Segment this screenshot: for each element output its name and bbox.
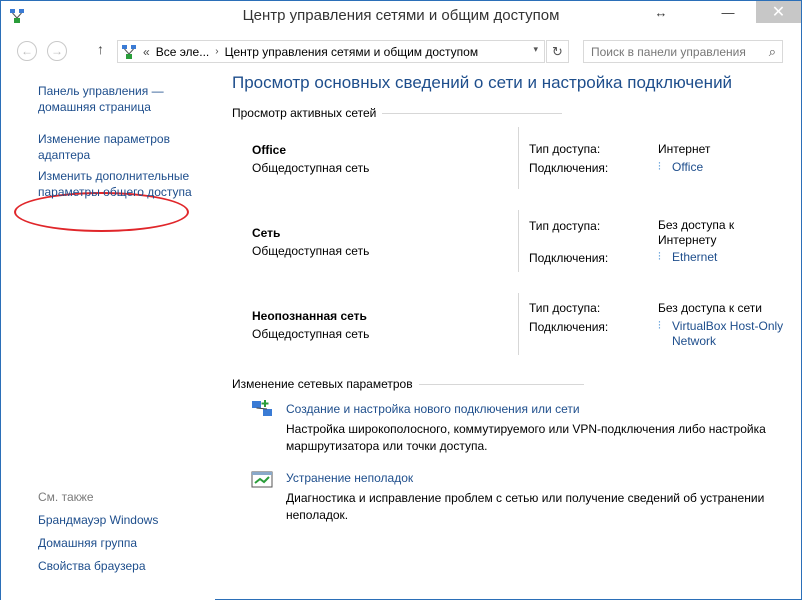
task-link-new-connection[interactable]: Создание и настройка нового подключения … bbox=[286, 402, 580, 416]
connection-link[interactable]: ⫶ Ethernet bbox=[658, 250, 717, 265]
title-bar: Центр управления сетями и общим доступом… bbox=[1, 1, 801, 33]
sidebar-link-line: Изменить дополнительные bbox=[38, 169, 190, 183]
back-button[interactable]: ← bbox=[17, 41, 37, 61]
task-description-line: неполадок. bbox=[286, 508, 349, 522]
task-description: Настройка широкополосного, коммутируемог… bbox=[286, 421, 796, 455]
main-content: Просмотр основных сведений о сети и наст… bbox=[215, 65, 801, 600]
task-link-troubleshoot[interactable]: Устранение неполадок bbox=[286, 471, 413, 485]
sidebar-link-line: параметры общего доступа bbox=[38, 185, 192, 199]
network-adapter-icon: ⫶ bbox=[658, 251, 661, 263]
see-also-label: См. также bbox=[38, 490, 94, 504]
breadcrumb-overflow-icon[interactable]: « bbox=[143, 45, 150, 59]
navigation-bar: ← → ↑ « Все эле... › Центр управления се… bbox=[1, 35, 801, 65]
section-title: Изменение сетевых параметров bbox=[232, 377, 413, 391]
task-description-line: Настройка широкополосного, коммутируемог… bbox=[286, 422, 766, 436]
window: Центр управления сетями и общим доступом… bbox=[0, 0, 802, 600]
chevron-down-icon[interactable]: ▾ bbox=[533, 44, 538, 55]
sidebar-link-control-panel-home[interactable]: Панель управления — домашняя страница bbox=[38, 83, 164, 115]
see-also-browser-properties[interactable]: Свойства браузера bbox=[38, 558, 146, 574]
connection-name: Office bbox=[672, 160, 704, 174]
access-type-label: Тип доступа: bbox=[529, 301, 601, 315]
sidebar-link-line: адаптера bbox=[38, 148, 91, 162]
connection-link[interactable]: ⫶ Office bbox=[658, 160, 703, 175]
search-icon[interactable]: ⌕ bbox=[769, 44, 776, 60]
access-type-label: Тип доступа: bbox=[529, 219, 601, 233]
divider bbox=[518, 210, 519, 272]
connections-label: Подключения: bbox=[529, 161, 609, 175]
search-placeholder: Поиск в панели управления bbox=[591, 45, 746, 59]
access-type-text: Интернету bbox=[658, 233, 717, 247]
page-title: Просмотр основных сведений о сети и наст… bbox=[232, 73, 733, 92]
up-button[interactable]: ↑ bbox=[97, 41, 104, 57]
task-description-line: маршрутизатора или точки доступа. bbox=[286, 439, 488, 453]
task-description-line: Диагностика и исправление проблем с сеть… bbox=[286, 491, 765, 505]
access-type-text: Без доступа к bbox=[658, 218, 735, 232]
sidebar-link-line: Изменение параметров bbox=[38, 132, 170, 146]
close-button[interactable]: ✕ bbox=[756, 1, 801, 23]
section-title: Просмотр активных сетей bbox=[232, 106, 377, 120]
network-center-icon bbox=[122, 44, 136, 59]
divider bbox=[518, 293, 519, 355]
breadcrumb-item[interactable]: Все эле... bbox=[156, 45, 210, 59]
access-type-text: Без доступа к сети bbox=[658, 301, 762, 315]
connections-label: Подключения: bbox=[529, 320, 609, 334]
sidebar-link-change-adapter-settings[interactable]: Изменение параметров адаптера bbox=[38, 131, 170, 163]
active-networks-section: Просмотр активных сетей bbox=[232, 106, 563, 120]
see-also-firewall[interactable]: Брандмауэр Windows bbox=[38, 512, 158, 528]
access-type-text: Интернет bbox=[658, 142, 711, 156]
minimize-button[interactable]: — bbox=[713, 1, 743, 23]
network-name: Office bbox=[252, 143, 287, 157]
troubleshoot-icon bbox=[251, 471, 273, 488]
forward-button[interactable]: → bbox=[47, 41, 67, 61]
divider bbox=[518, 127, 519, 189]
resize-icon[interactable]: ↔ bbox=[647, 1, 675, 23]
see-also-homegroup[interactable]: Домашняя группа bbox=[38, 535, 137, 551]
sidebar-link-advanced-sharing[interactable]: Изменить дополнительные параметры общего… bbox=[38, 168, 192, 200]
window-title: Центр управления сетями и общим доступом bbox=[242, 7, 560, 24]
divider bbox=[382, 112, 563, 114]
change-settings-section: Изменение сетевых параметров bbox=[232, 377, 584, 391]
network-adapter-icon: ⫶ bbox=[658, 320, 661, 332]
connection-name: VirtualBox Host-Only bbox=[672, 319, 784, 333]
breadcrumb-item[interactable]: Центр управления сетями и общим доступом bbox=[225, 45, 479, 59]
network-type-link[interactable]: Общедоступная сеть bbox=[252, 161, 369, 175]
connection-name: Network bbox=[672, 334, 717, 348]
address-bar[interactable]: « Все эле... › Центр управления сетями и… bbox=[117, 40, 545, 63]
sidebar: Панель управления — домашняя страница Из… bbox=[1, 65, 215, 600]
sidebar-link-line: Панель управления — bbox=[38, 84, 164, 98]
network-type-link[interactable]: Общедоступная сеть bbox=[252, 244, 369, 258]
breadcrumb-separator-icon[interactable]: › bbox=[215, 46, 218, 57]
refresh-button[interactable]: ↻ bbox=[546, 40, 569, 63]
access-type-value: Без доступа к сети bbox=[658, 301, 762, 316]
network-name: Сеть bbox=[252, 226, 281, 240]
network-name: Неопознанная сеть bbox=[252, 309, 367, 323]
connection-link[interactable]: ⫶ VirtualBox Host-Only Network bbox=[658, 319, 783, 349]
network-adapter-icon: ⫶ bbox=[658, 161, 661, 173]
new-connection-icon bbox=[252, 400, 272, 416]
access-type-label: Тип доступа: bbox=[529, 142, 601, 156]
access-type-value: Без доступа к Интернету bbox=[658, 218, 734, 248]
task-description: Диагностика и исправление проблем с сеть… bbox=[286, 490, 796, 524]
sidebar-link-line: домашняя страница bbox=[38, 100, 151, 114]
divider bbox=[418, 383, 584, 385]
access-type-value: Интернет bbox=[658, 142, 710, 157]
network-type-link[interactable]: Общедоступная сеть bbox=[252, 327, 369, 341]
search-input[interactable]: Поиск в панели управления ⌕ bbox=[583, 40, 783, 63]
connections-label: Подключения: bbox=[529, 251, 609, 265]
connection-name: Ethernet bbox=[672, 250, 718, 264]
